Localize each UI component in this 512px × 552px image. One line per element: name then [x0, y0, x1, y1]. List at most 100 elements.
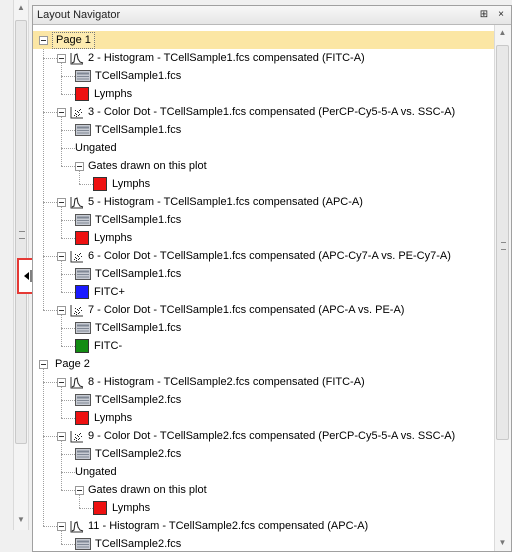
histogram-plot-icon: [70, 376, 84, 388]
tree-dot-plot-node[interactable]: 9 - Color Dot - TCellSample2.fcs compens…: [57, 427, 455, 445]
dot-plot-icon: [70, 250, 83, 262]
collapse-toggle-icon[interactable]: [57, 377, 66, 387]
collapse-toggle-icon[interactable]: [75, 161, 84, 171]
tree-gate-node[interactable]: FITC+: [75, 283, 125, 301]
tree-node-label: Lymphs: [112, 178, 151, 190]
tree-gate-node[interactable]: Lymphs: [75, 229, 132, 247]
tree-node-label: Lymphs: [94, 412, 133, 424]
pin-icon[interactable]: ⊞: [477, 8, 491, 22]
collapse-toggle-icon[interactable]: [57, 53, 66, 63]
tree-node-label: 8 - Histogram - TCellSample2.fcs compens…: [88, 376, 365, 388]
tree-node-label: TCellSample1.fcs: [95, 70, 182, 82]
collapse-toggle-icon[interactable]: [75, 485, 84, 495]
close-icon[interactable]: ×: [494, 8, 508, 22]
tree-gate-node[interactable]: Lymphs: [75, 409, 132, 427]
tree-node-label: Page 1: [52, 31, 95, 49]
collapse-toggle-icon[interactable]: [57, 107, 66, 117]
tree-dot-plot-node[interactable]: 7 - Color Dot - TCellSample1.fcs compens…: [57, 301, 404, 319]
collapse-toggle-icon[interactable]: [57, 521, 66, 531]
tree-node-label: 3 - Color Dot - TCellSample1.fcs compens…: [88, 106, 456, 118]
tree-node-label: 6 - Color Dot - TCellSample1.fcs compens…: [88, 250, 451, 262]
sample-file-icon: [75, 394, 91, 406]
tree-gates-group-node[interactable]: Gates drawn on this plot: [75, 481, 207, 499]
tree-page-node[interactable]: Page 1: [39, 31, 95, 49]
panel-title: Layout Navigator: [37, 9, 121, 21]
tree-sample-node[interactable]: TCellSample1.fcs: [75, 265, 181, 283]
tree-scrollbar-thumb[interactable]: [496, 45, 509, 440]
tree-histogram-node[interactable]: 5 - Histogram - TCellSample1.fcs compens…: [57, 193, 363, 211]
scroll-up-arrow-icon[interactable]: ▲: [14, 0, 28, 16]
gate-color-swatch: [75, 285, 89, 299]
tree-node-label: TCellSample2.fcs: [95, 394, 182, 406]
tree-histogram-node[interactable]: 8 - Histogram - TCellSample2.fcs compens…: [57, 373, 365, 391]
tree-node-label: Gates drawn on this plot: [88, 160, 207, 172]
tree-sample-node[interactable]: TCellSample1.fcs: [75, 67, 181, 85]
tree-node-label: Lymphs: [112, 502, 151, 514]
tree-node-label: Lymphs: [94, 232, 133, 244]
tree-node-label: 9 - Color Dot - TCellSample2.fcs compens…: [88, 430, 456, 442]
tree-sample-node[interactable]: TCellSample1.fcs: [75, 121, 181, 139]
dot-plot-icon: [70, 106, 83, 118]
layout-tree[interactable]: Page 1 2 - Histogram - TCellSample1.fcs c…: [33, 25, 495, 551]
collapse-toggle-icon[interactable]: [57, 197, 66, 207]
tree-gate-node[interactable]: Lymphs: [93, 499, 150, 517]
scroll-down-arrow-icon[interactable]: ▼: [14, 512, 28, 528]
tree-histogram-node[interactable]: 2 - Histogram - TCellSample1.fcs compens…: [57, 49, 365, 67]
tree-dot-plot-node[interactable]: 6 - Color Dot - TCellSample1.fcs compens…: [57, 247, 451, 265]
gate-color-swatch: [93, 501, 107, 515]
tree-node-label: TCellSample1.fcs: [95, 268, 182, 280]
sample-file-icon: [75, 448, 91, 460]
sample-file-icon: [75, 214, 91, 226]
tree-gate-node[interactable]: FITC-: [75, 337, 122, 355]
gate-color-swatch: [75, 339, 89, 353]
histogram-plot-icon: [70, 196, 84, 208]
gate-color-swatch: [75, 87, 89, 101]
tree-node-label: 7 - Color Dot - TCellSample1.fcs compens…: [88, 304, 405, 316]
selection-highlight: [33, 31, 495, 49]
gate-color-swatch: [93, 177, 107, 191]
tree-node-label: Page 2: [55, 357, 90, 370]
gate-color-swatch: [75, 411, 89, 425]
panel-title-bar: Layout Navigator ⊞ ×: [33, 6, 511, 25]
dot-plot-icon: [70, 430, 83, 442]
tree-node-label: 2 - Histogram - TCellSample1.fcs compens…: [88, 52, 365, 64]
tree-gate-node[interactable]: Lymphs: [93, 175, 150, 193]
collapse-toggle-icon[interactable]: [39, 359, 48, 369]
scroll-down-arrow-icon[interactable]: ▼: [495, 535, 510, 551]
tree-node-label: TCellSample2.fcs: [95, 448, 182, 460]
tree-node-label: Ungated: [75, 142, 117, 154]
collapse-toggle-icon[interactable]: [39, 35, 48, 45]
sample-file-icon: [75, 70, 91, 82]
tree-sample-node[interactable]: TCellSample2.fcs: [75, 391, 181, 409]
tree-node-label: Lymphs: [94, 88, 133, 100]
tree-ungated-node[interactable]: Ungated: [75, 463, 117, 481]
tree-node-label: 11 - Histogram - TCellSample2.fcs compen…: [88, 520, 369, 532]
tree-node-label: TCellSample1.fcs: [95, 124, 182, 136]
tree-node-label: FITC+: [94, 286, 125, 298]
tree-node-label: Gates drawn on this plot: [88, 484, 207, 496]
collapse-toggle-icon[interactable]: [57, 251, 66, 261]
tree-page-node[interactable]: Page 2: [39, 355, 93, 373]
collapse-toggle-icon[interactable]: [57, 431, 66, 441]
tree-dot-plot-node[interactable]: 3 - Color Dot - TCellSample1.fcs compens…: [57, 103, 455, 121]
tree-sample-node[interactable]: TCellSample1.fcs: [75, 319, 181, 337]
collapse-toggle-icon[interactable]: [57, 305, 66, 315]
scroll-up-arrow-icon[interactable]: ▲: [495, 25, 510, 41]
tree-histogram-node[interactable]: 11 - Histogram - TCellSample2.fcs compen…: [57, 517, 368, 535]
tree-gate-node[interactable]: Lymphs: [75, 85, 132, 103]
sample-file-icon: [75, 268, 91, 280]
tree-sample-node[interactable]: TCellSample1.fcs: [75, 211, 181, 229]
tree-node-label: 5 - Histogram - TCellSample1.fcs compens…: [88, 196, 363, 208]
tree-node-label: TCellSample1.fcs: [95, 322, 182, 334]
sample-file-icon: [75, 538, 91, 550]
gate-color-swatch: [75, 231, 89, 245]
tree-sample-node[interactable]: TCellSample2.fcs: [75, 445, 181, 463]
dot-plot-icon: [70, 304, 83, 316]
tree-gates-group-node[interactable]: Gates drawn on this plot: [75, 157, 207, 175]
tree-ungated-node[interactable]: Ungated: [75, 139, 117, 157]
tree-scrollbar[interactable]: ▲ ▼: [494, 25, 511, 551]
grip-icon: [501, 242, 506, 250]
tree-node-label: TCellSample1.fcs: [95, 214, 182, 226]
left-scrollbar-thumb[interactable]: [15, 20, 27, 444]
tree-sample-node[interactable]: TCellSample2.fcs: [75, 535, 181, 551]
